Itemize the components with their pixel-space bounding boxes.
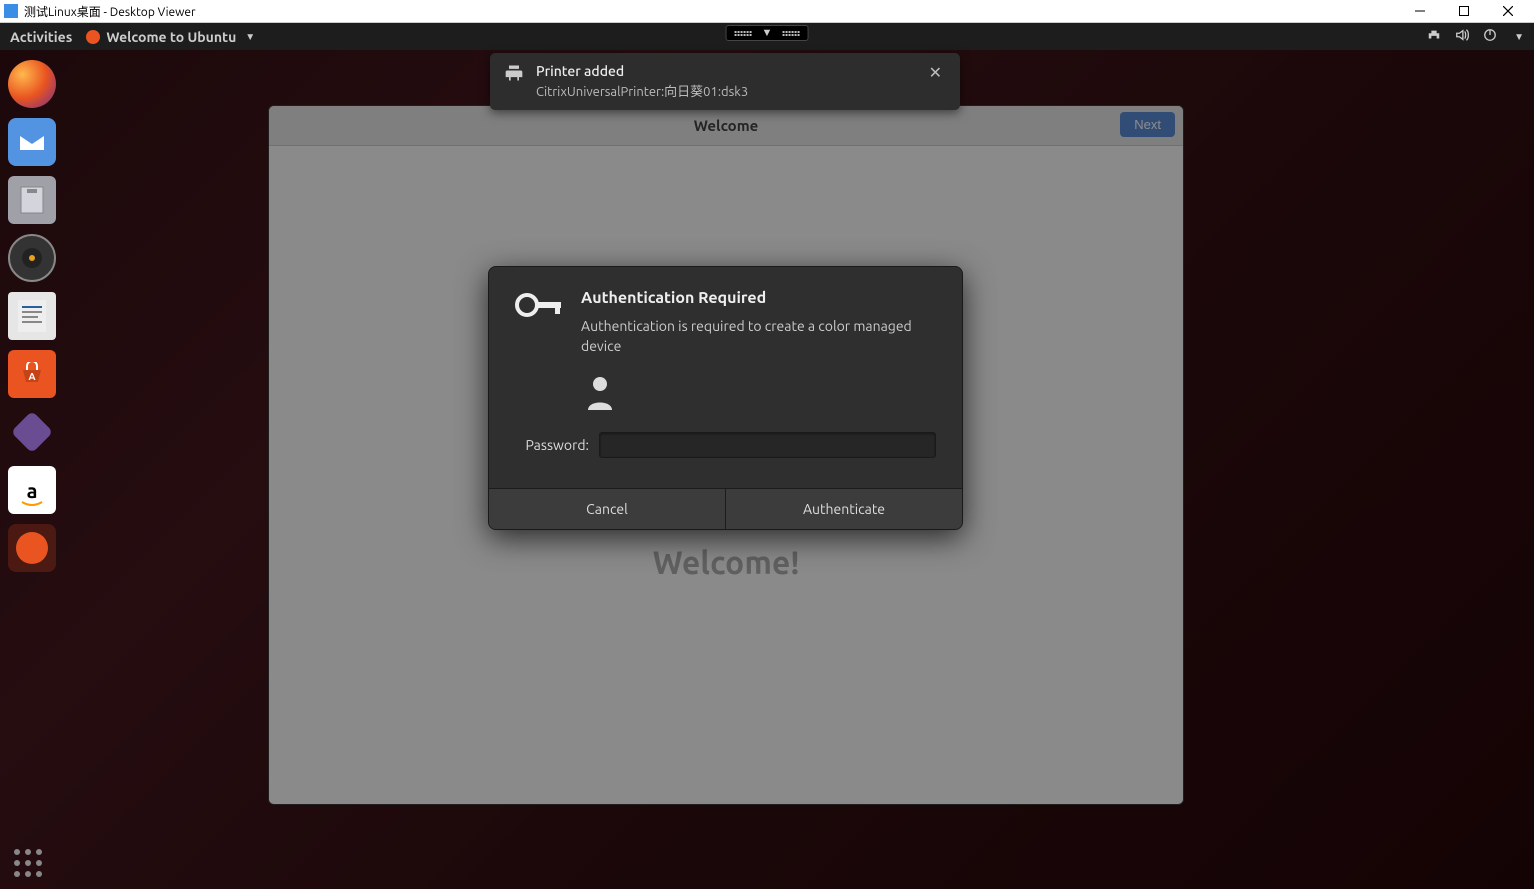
notification-close-button[interactable]: ✕ bbox=[925, 63, 946, 82]
show-applications-button[interactable] bbox=[14, 849, 42, 877]
chevron-down-icon[interactable]: ▼ bbox=[1514, 31, 1524, 43]
user-icon bbox=[585, 374, 615, 414]
ubuntu-desktop: Activities Welcome to Ubuntu ▼ ▼ ▼ bbox=[0, 23, 1534, 889]
ubuntu-logo-icon bbox=[86, 30, 100, 44]
activities-button[interactable]: Activities bbox=[10, 29, 72, 45]
dock-nautilus[interactable] bbox=[8, 408, 56, 456]
app-menu[interactable]: Welcome to Ubuntu ▼ bbox=[86, 29, 255, 45]
dock-amazon[interactable]: a bbox=[8, 466, 56, 514]
maximize-button[interactable] bbox=[1442, 0, 1486, 22]
notification-body: CitrixUniversalPrinter:向日葵01:dsk3 bbox=[536, 81, 913, 100]
dock-rhythmbox[interactable] bbox=[8, 234, 56, 282]
dock-welcome-ubuntu[interactable] bbox=[8, 524, 56, 572]
svg-text:A: A bbox=[28, 371, 35, 382]
printer-icon bbox=[504, 63, 524, 87]
dock-firefox[interactable] bbox=[8, 60, 56, 108]
dock-files[interactable] bbox=[8, 176, 56, 224]
network-icon[interactable] bbox=[1427, 28, 1441, 45]
dock-thunderbird[interactable] bbox=[8, 118, 56, 166]
ubuntu-logo-icon bbox=[16, 532, 48, 564]
amazon-label: a bbox=[27, 479, 38, 502]
volume-icon[interactable] bbox=[1455, 28, 1469, 45]
password-input[interactable] bbox=[599, 432, 936, 458]
cancel-button[interactable]: Cancel bbox=[489, 489, 726, 529]
app-menu-label: Welcome to Ubuntu bbox=[106, 29, 236, 45]
close-button[interactable] bbox=[1486, 0, 1530, 22]
auth-description: Authentication is required to create a c… bbox=[581, 317, 936, 356]
gnome-topbar: Activities Welcome to Ubuntu ▼ ▼ ▼ bbox=[0, 23, 1534, 50]
notification-title: Printer added bbox=[536, 63, 913, 79]
window-title: 测试Linux桌面 - Desktop Viewer bbox=[24, 3, 1398, 20]
app-icon bbox=[4, 4, 18, 18]
authentication-dialog: Authentication Required Authentication i… bbox=[488, 266, 963, 530]
citrix-toolbar-handle[interactable]: ▼ bbox=[726, 25, 809, 41]
chevron-down-icon: ▼ bbox=[245, 31, 255, 43]
auth-title: Authentication Required bbox=[581, 289, 936, 307]
power-icon[interactable] bbox=[1483, 28, 1497, 45]
authenticate-button[interactable]: Authenticate bbox=[726, 489, 962, 529]
chevron-down-icon: ▼ bbox=[762, 27, 773, 39]
key-icon bbox=[515, 289, 563, 325]
printer-notification: Printer added CitrixUniversalPrinter:向日葵… bbox=[490, 53, 960, 110]
launcher-dock: A a bbox=[0, 50, 64, 889]
citrix-titlebar: 测试Linux桌面 - Desktop Viewer bbox=[0, 0, 1534, 23]
password-label: Password: bbox=[515, 437, 589, 453]
dock-libreoffice-writer[interactable] bbox=[8, 292, 56, 340]
minimize-button[interactable] bbox=[1398, 0, 1442, 22]
window-controls bbox=[1398, 0, 1530, 22]
dock-ubuntu-software[interactable]: A bbox=[8, 350, 56, 398]
